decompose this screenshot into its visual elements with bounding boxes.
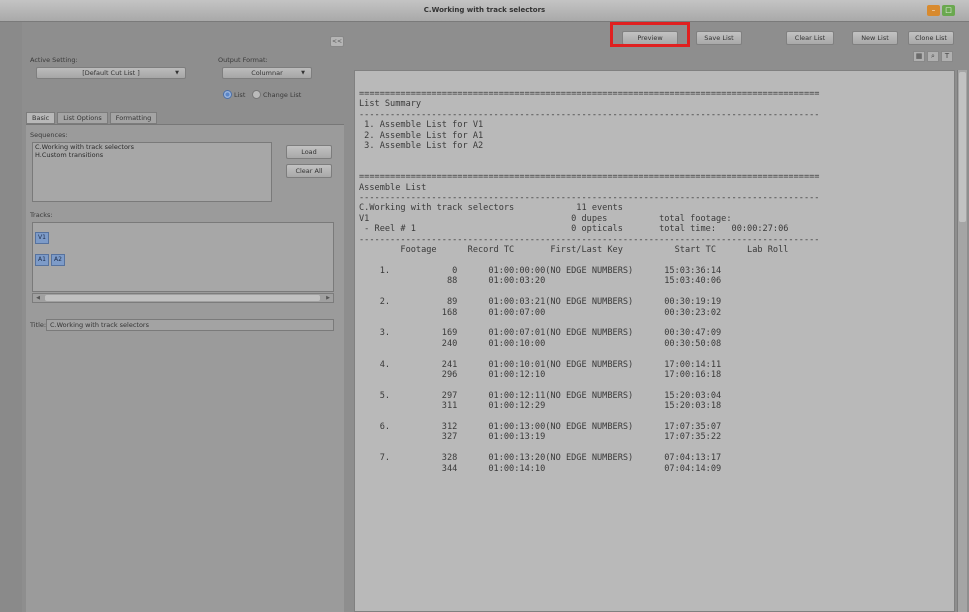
tracks-scrollbar[interactable]: ◀ ▶ bbox=[32, 293, 334, 303]
active-setting-label: Active Setting: bbox=[30, 56, 78, 64]
scrollbar-thumb[interactable] bbox=[45, 295, 320, 301]
scrollbar-thumb[interactable] bbox=[959, 72, 966, 222]
sequence-item[interactable]: C.Working with track selectors bbox=[33, 143, 271, 151]
change-list-radio[interactable] bbox=[252, 90, 261, 99]
tab-formatting[interactable]: Formatting bbox=[109, 112, 158, 124]
tracks-panel bbox=[32, 222, 334, 292]
preview-scrollbar[interactable] bbox=[957, 70, 967, 612]
list-radio[interactable] bbox=[223, 90, 232, 99]
track-v1[interactable]: V1 bbox=[35, 232, 49, 244]
change-list-radio-label: Change List bbox=[263, 91, 302, 99]
tracks-label: Tracks: bbox=[30, 211, 53, 219]
tab-basic[interactable]: Basic bbox=[26, 112, 56, 124]
title-label: Title: bbox=[30, 321, 47, 329]
chevron-down-icon: ▼ bbox=[175, 70, 179, 76]
track-a1[interactable]: A1 bbox=[35, 254, 49, 266]
load-button[interactable]: Load bbox=[286, 145, 332, 159]
new-list-button[interactable]: New List bbox=[852, 31, 898, 45]
sequences-list[interactable]: C.Working with track selectors H.Custom … bbox=[32, 142, 272, 202]
clone-list-button[interactable]: Clone List bbox=[908, 31, 954, 45]
maximize-icon: □ bbox=[945, 6, 952, 14]
output-format-label: Output Format: bbox=[218, 56, 268, 64]
track-a2[interactable]: A2 bbox=[51, 254, 65, 266]
scroll-left-icon[interactable]: ◀ bbox=[33, 294, 43, 302]
sequences-label: Sequences: bbox=[30, 131, 68, 139]
left-edge bbox=[0, 22, 22, 612]
scroll-right-icon[interactable]: ▶ bbox=[323, 294, 333, 302]
title-bar: C.Working with track selectors – □ bbox=[0, 0, 969, 22]
clear-all-button[interactable]: Clear All bbox=[286, 164, 332, 178]
grid-icon[interactable]: ▦ bbox=[913, 51, 925, 62]
preview-highlight bbox=[610, 22, 690, 47]
output-format-dropdown[interactable]: Columnar ▼ bbox=[222, 67, 312, 79]
sequence-item[interactable]: H.Custom transitions bbox=[33, 151, 271, 159]
minimize-button[interactable]: – bbox=[927, 5, 940, 16]
title-input[interactable]: C.Working with track selectors bbox=[46, 319, 334, 331]
list-preview-text: ========================================… bbox=[359, 89, 820, 474]
list-preview: ========================================… bbox=[354, 70, 955, 612]
collapse-panel-button[interactable]: << bbox=[330, 36, 344, 47]
output-format-value: Columnar bbox=[251, 69, 283, 77]
minimize-icon: – bbox=[931, 6, 936, 14]
active-setting-dropdown[interactable]: [Default Cut List ] ▼ bbox=[36, 67, 186, 79]
clear-list-button[interactable]: Clear List bbox=[786, 31, 834, 45]
settings-tabs: Basic List Options Formatting bbox=[26, 112, 158, 124]
maximize-button[interactable]: □ bbox=[942, 5, 955, 16]
text-icon[interactable]: T bbox=[941, 51, 953, 62]
tab-list-options[interactable]: List Options bbox=[57, 112, 108, 124]
search-icon[interactable]: ⌕ bbox=[927, 51, 939, 62]
chevron-down-icon: ▼ bbox=[301, 70, 305, 76]
active-setting-value: [Default Cut List ] bbox=[82, 69, 140, 77]
window-title: C.Working with track selectors bbox=[423, 6, 546, 14]
save-list-button[interactable]: Save List bbox=[696, 31, 742, 45]
list-radio-label: List bbox=[234, 91, 246, 99]
